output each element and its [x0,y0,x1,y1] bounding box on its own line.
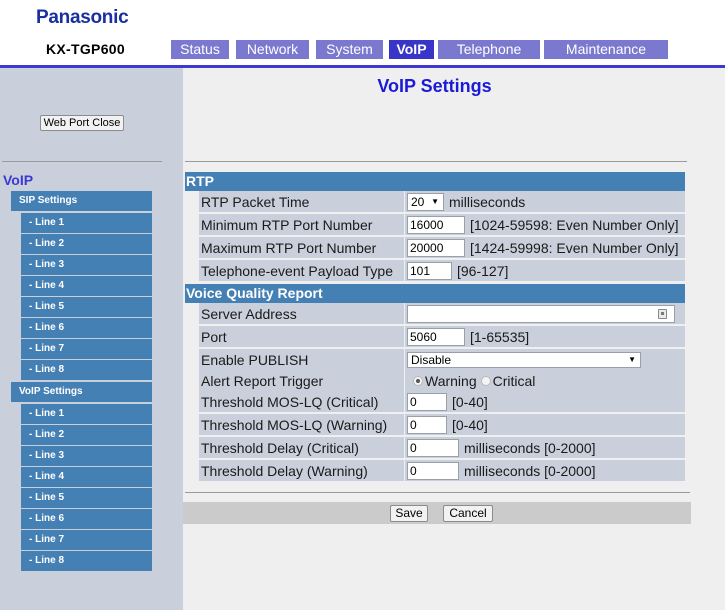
alert-trigger-warning-label[interactable]: Warning [425,373,477,389]
mos-critical-label: Threshold MOS-LQ (Critical) [201,394,379,410]
delay-warning-input[interactable] [407,462,459,480]
mos-warning-label: Threshold MOS-LQ (Warning) [201,417,388,433]
sidebar-item-voip-line-3[interactable]: - Line 3 [21,446,152,466]
main-content: VoIP Settings RTP RTP Packet Time 20 ▼ m… [183,68,725,610]
row-mos-warning: Threshold MOS-LQ (Warning) [0-40] [199,414,685,436]
row-mos-critical: Threshold MOS-LQ (Critical) [0-40] [199,391,685,413]
payload-type-label: Telephone-event Payload Type [201,263,393,279]
port-label: Port [201,329,227,345]
payload-type-input[interactable] [407,262,452,280]
mos-warning-input[interactable] [407,416,447,434]
sidebar-item-voip-line-1[interactable]: - Line 1 [21,404,152,424]
contact-card-icon[interactable] [658,309,667,319]
rtp-packet-time-select[interactable]: 20 ▼ [407,193,444,211]
chevron-down-icon: ▼ [431,197,439,206]
min-rtp-port-label: Minimum RTP Port Number [201,217,373,233]
delay-warning-label: Threshold Delay (Warning) [201,463,368,479]
sidebar-item-sip-settings[interactable]: SIP Settings [11,191,152,211]
mos-warning-hint: [0-40] [452,417,488,433]
sidebar: Web Port Close VoIP SIP Settings - Line … [0,68,183,610]
row-port: Port [1-65535] [199,326,685,348]
sidebar-item-sip-line-1[interactable]: - Line 1 [21,213,152,233]
button-bar: Save Cancel [183,502,691,524]
sidebar-item-voip-line-8[interactable]: - Line 8 [21,551,152,571]
enable-publish-select[interactable]: Disable ▼ [407,352,641,368]
payload-type-hint: [96-127] [457,263,509,279]
enable-publish-label: Enable PUBLISH [201,352,309,368]
sidebar-divider [2,161,162,162]
max-rtp-port-label: Maximum RTP Port Number [201,240,377,256]
sidebar-item-sip-line-3[interactable]: - Line 3 [21,255,152,275]
max-rtp-port-hint: [1424-59998: Even Number Only] [470,240,679,256]
rtp-packet-time-label: RTP Packet Time [201,194,310,210]
alert-trigger-critical-label[interactable]: Critical [493,373,536,389]
row-alert-report-trigger: Alert Report Trigger Warning Critical [199,370,685,392]
chevron-down-icon: ▼ [628,355,636,364]
model-name: KX-TGP600 [46,41,125,57]
brand-logo: Panasonic [36,7,129,28]
mos-critical-input[interactable] [407,393,447,411]
min-rtp-port-hint: [1024-59598: Even Number Only] [470,217,679,233]
web-port-close-button[interactable]: Web Port Close [40,115,124,131]
min-rtp-port-input[interactable] [407,216,465,234]
server-address-label: Server Address [201,306,297,322]
delay-critical-label: Threshold Delay (Critical) [201,440,359,456]
section-header-rtp: RTP [185,172,685,191]
tab-network[interactable]: Network [236,40,309,59]
tab-maintenance[interactable]: Maintenance [544,40,668,59]
delay-warning-hint: milliseconds [0-2000] [464,463,596,479]
row-server-address: Server Address [199,303,685,325]
sidebar-item-voip-line-2[interactable]: - Line 2 [21,425,152,445]
page-title: VoIP Settings [377,76,492,96]
sidebar-heading[interactable]: VoIP [3,172,33,188]
row-enable-publish: Enable PUBLISH Disable ▼ [199,349,685,371]
rtp-packet-time-unit: milliseconds [449,194,526,210]
port-input[interactable] [407,328,465,346]
sidebar-item-voip-settings[interactable]: VoIP Settings [11,382,152,402]
server-address-input[interactable] [407,305,675,323]
alert-trigger-critical-radio[interactable] [480,376,491,386]
sidebar-item-sip-line-2[interactable]: - Line 2 [21,234,152,254]
cancel-button[interactable]: Cancel [443,505,493,522]
row-delay-warning: Threshold Delay (Warning) milliseconds [… [199,460,685,482]
row-payload-type: Telephone-event Payload Type [96-127] [199,260,685,282]
alert-report-trigger-label: Alert Report Trigger [201,373,324,389]
section-header-voice-quality-report: Voice Quality Report [185,284,685,303]
content-divider-top [185,161,687,162]
content-divider-bottom [185,492,690,493]
delay-critical-input[interactable] [407,439,459,457]
tab-telephone[interactable]: Telephone [438,40,540,59]
port-hint: [1-65535] [470,329,530,345]
max-rtp-port-input[interactable] [407,239,465,257]
sidebar-item-sip-line-8[interactable]: - Line 8 [21,360,152,380]
row-min-rtp-port: Minimum RTP Port Number [1024-59598: Eve… [199,214,685,236]
tab-system[interactable]: System [316,40,383,59]
sidebar-item-sip-line-5[interactable]: - Line 5 [21,297,152,317]
sidebar-item-voip-line-5[interactable]: - Line 5 [21,488,152,508]
tab-status[interactable]: Status [171,40,229,59]
header: Panasonic KX-TGP600 Status Network Syste… [0,0,725,65]
enable-publish-value: Disable [411,353,452,367]
sidebar-item-voip-line-7[interactable]: - Line 7 [21,530,152,550]
row-rtp-packet-time: RTP Packet Time 20 ▼ milliseconds [199,191,685,213]
mos-critical-hint: [0-40] [452,394,488,410]
save-button[interactable]: Save [390,505,428,522]
delay-critical-hint: milliseconds [0-2000] [464,440,596,456]
row-max-rtp-port: Maximum RTP Port Number [1424-59998: Eve… [199,237,685,259]
sidebar-item-voip-line-4[interactable]: - Line 4 [21,467,152,487]
row-delay-critical: Threshold Delay (Critical) milliseconds … [199,437,685,459]
sidebar-item-voip-line-6[interactable]: - Line 6 [21,509,152,529]
sidebar-item-sip-line-6[interactable]: - Line 6 [21,318,152,338]
alert-trigger-warning-radio[interactable] [413,376,423,386]
sidebar-item-sip-line-7[interactable]: - Line 7 [21,339,152,359]
rtp-packet-time-value: 20 [411,195,425,209]
tab-voip[interactable]: VoIP [389,40,434,59]
sidebar-item-sip-line-4[interactable]: - Line 4 [21,276,152,296]
